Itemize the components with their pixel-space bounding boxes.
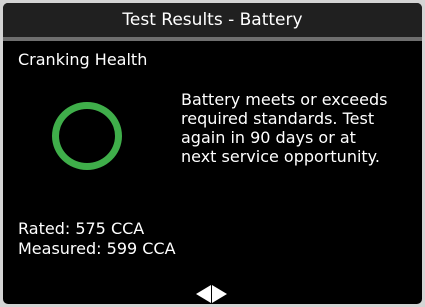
status-message-line: Battery meets or exceeds	[181, 90, 388, 109]
header-divider	[3, 37, 422, 41]
status-message-line: again in 90 days or at	[181, 128, 356, 147]
rated-cca-reading: Rated: 575 CCA	[18, 219, 145, 238]
test-results-screen: Test Results - Battery Cranking Health B…	[3, 3, 422, 304]
status-message-line: required standards. Test	[181, 109, 375, 128]
screen-title: Test Results - Battery	[122, 10, 303, 30]
status-message: Battery meets or exceeds required standa…	[181, 90, 419, 166]
screen-header: Test Results - Battery	[3, 3, 422, 37]
navigation-footer	[3, 280, 422, 304]
arrow-left-icon[interactable]	[196, 285, 211, 303]
status-message-line: next service opportunity.	[181, 147, 380, 166]
arrow-right-icon[interactable]	[212, 285, 227, 303]
measured-cca-reading: Measured: 599 CCA	[18, 239, 176, 258]
cranking-health-title: Cranking Health	[18, 50, 148, 69]
ring-icon	[52, 102, 122, 170]
